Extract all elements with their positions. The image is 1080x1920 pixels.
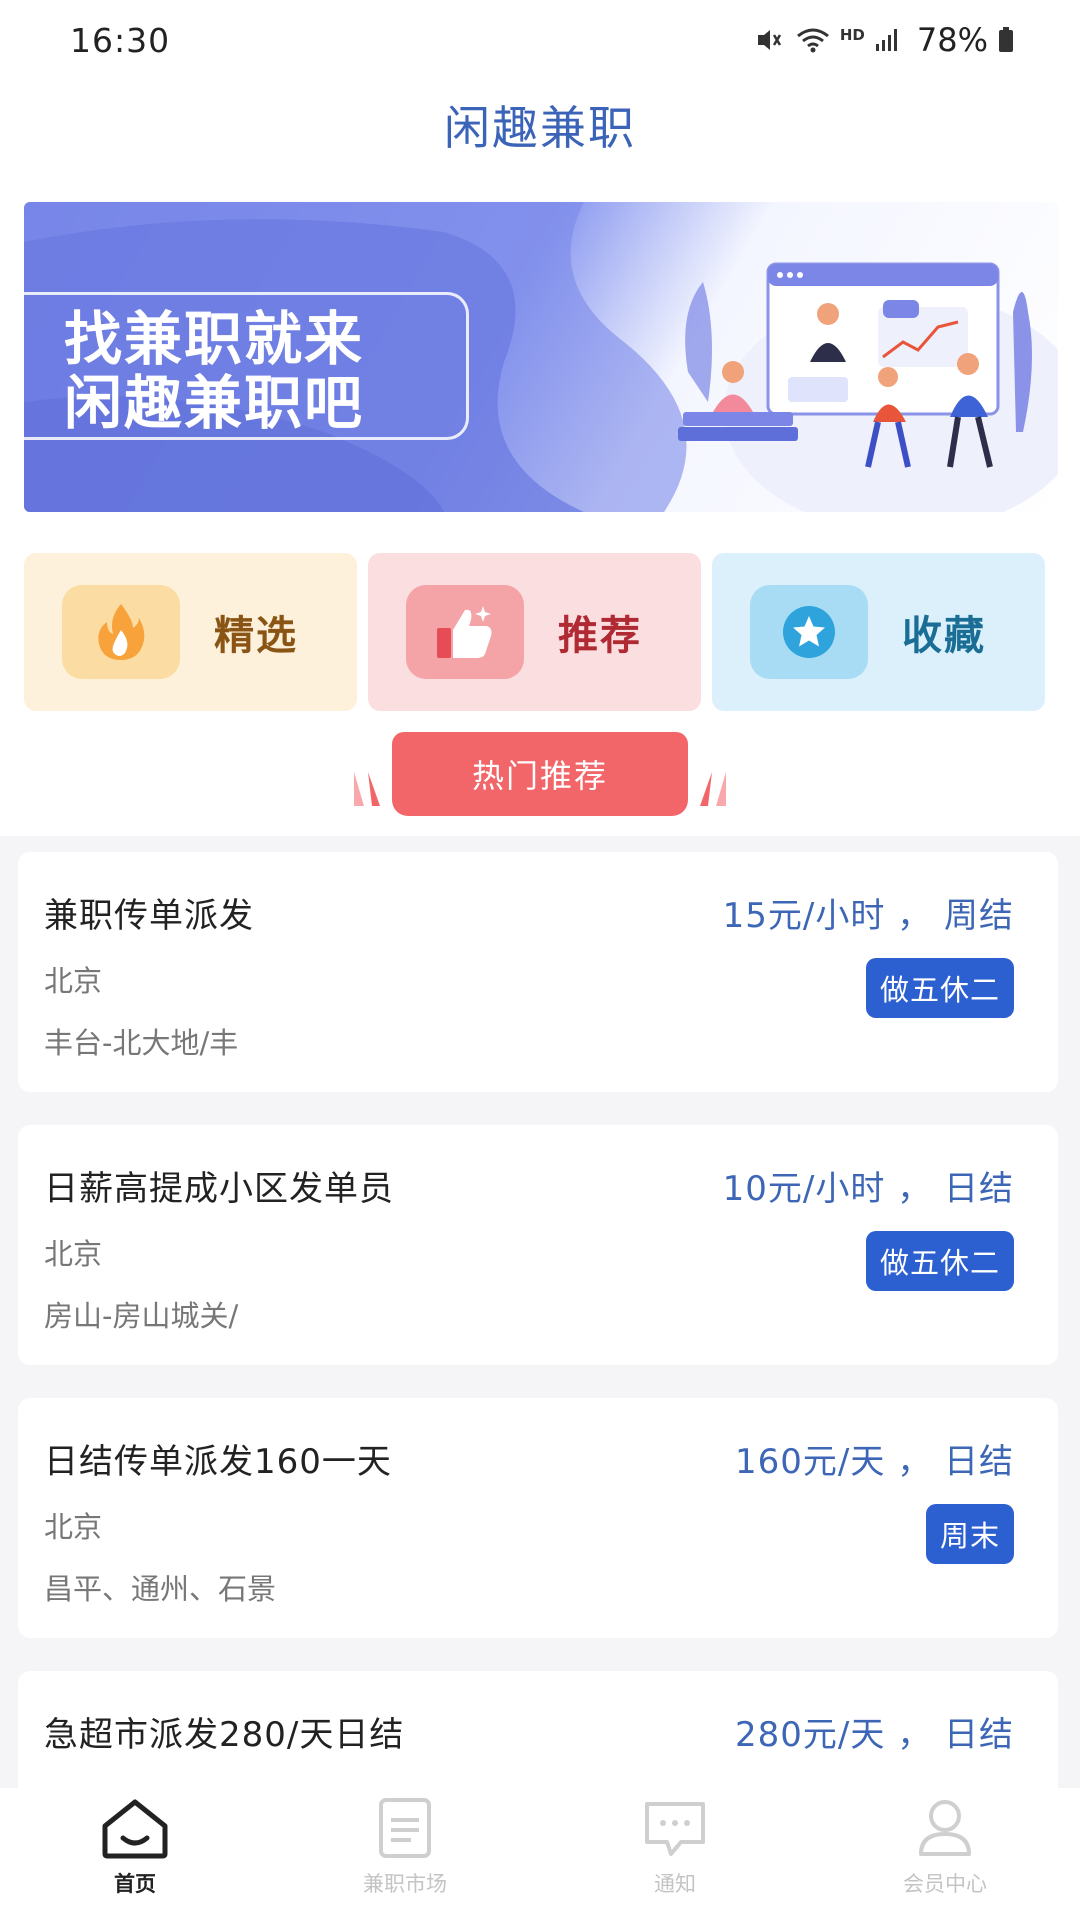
home-icon — [102, 1799, 168, 1859]
category-recommend-label: 推荐 — [558, 613, 642, 659]
mute-vibrate-icon — [757, 30, 781, 50]
category-favorites[interactable]: 收藏 — [712, 553, 1045, 711]
nav-home-label: 首页 — [114, 1872, 156, 1896]
job-title: 日薪高提成小区发单员 — [44, 1169, 394, 1209]
hd-indicator: HD — [839, 26, 865, 44]
hot-recommend-header: 热门推荐 — [350, 732, 730, 816]
user-icon — [919, 1800, 971, 1856]
job-title: 急超市派发280/天日结 — [44, 1715, 405, 1755]
battery-percent: 78% — [916, 21, 988, 59]
job-salary: 10元/小时 ， 日结 — [722, 1169, 1014, 1209]
nav-home[interactable]: 首页 — [0, 1788, 270, 1920]
nav-member-center-label: 会员中心 — [903, 1872, 987, 1896]
team-illustration — [678, 262, 1032, 468]
job-schedule-tag: 做五休二 — [865, 958, 1014, 1018]
nav-notifications[interactable]: 通知 — [540, 1788, 810, 1920]
job-schedule-tag: 周末 — [925, 1504, 1014, 1564]
job-card[interactable]: 日薪高提成小区发单员 10元/小时 ， 日结 北京 做五休二 房山-房山城关/ — [18, 1125, 1058, 1365]
nav-job-market-label: 兼职市场 — [363, 1872, 447, 1896]
battery-icon — [999, 27, 1013, 52]
category-featured-label: 精选 — [214, 613, 298, 659]
hot-right-decoration — [700, 772, 726, 806]
signal-icon — [875, 29, 897, 51]
job-salary: 280元/天 ， 日结 — [735, 1715, 1014, 1755]
job-card[interactable]: 急超市派发280/天日结 280元/天 ， 日结 — [18, 1671, 1058, 1788]
job-city: 北京 — [44, 1237, 103, 1271]
job-area: 昌平、通州、石景 — [44, 1572, 277, 1606]
thumbs-up-icon — [406, 585, 524, 679]
chat-bubble-icon — [645, 1802, 705, 1856]
job-salary: 160元/天 ， 日结 — [735, 1442, 1014, 1482]
job-title: 日结传单派发160一天 — [44, 1442, 392, 1482]
nav-job-market[interactable]: 兼职市场 — [270, 1788, 540, 1920]
banner-headline-2: 闲趣兼职吧 — [64, 369, 365, 437]
job-salary: 15元/小时 ， 周结 — [722, 896, 1014, 936]
promo-banner[interactable]: 找兼职就来 闲趣兼职吧 — [24, 202, 1058, 512]
status-icons: HD 78% — [756, 21, 1014, 59]
fire-icon — [62, 585, 180, 679]
nav-member-center[interactable]: 会员中心 — [810, 1788, 1080, 1920]
star-icon — [750, 585, 868, 679]
document-list-icon — [379, 1798, 431, 1858]
job-city: 北京 — [44, 1510, 103, 1544]
nav-notifications-label: 通知 — [654, 1872, 696, 1896]
category-favorites-label: 收藏 — [902, 613, 986, 659]
category-featured[interactable]: 精选 — [24, 553, 357, 711]
job-area: 房山-房山城关/ — [44, 1299, 239, 1333]
status-bar: 16:30 HD 78% — [0, 0, 1080, 80]
job-title: 兼职传单派发 — [44, 896, 254, 936]
page-title: 闲趣兼职 — [444, 101, 636, 155]
wifi-icon — [796, 28, 829, 53]
status-time: 16:30 — [70, 20, 171, 60]
job-area: 丰台-北大地/丰 — [44, 1026, 239, 1060]
category-cards: 精选 推荐 收藏 — [24, 553, 1048, 711]
banner-text-box: 找兼职就来 闲趣兼职吧 — [24, 292, 469, 440]
job-schedule-tag: 做五休二 — [865, 1231, 1014, 1291]
hot-left-decoration — [354, 772, 380, 806]
job-card[interactable]: 兼职传单派发 15元/小时 ， 周结 北京 做五休二 丰台-北大地/丰 — [18, 852, 1058, 1092]
job-card[interactable]: 日结传单派发160一天 160元/天 ， 日结 北京 周末 昌平、通州、石景 — [18, 1398, 1058, 1638]
banner-headline-1: 找兼职就来 — [64, 305, 365, 373]
hot-recommend-label: 热门推荐 — [392, 732, 688, 816]
category-recommend[interactable]: 推荐 — [368, 553, 701, 711]
job-city: 北京 — [44, 964, 103, 998]
bottom-nav: 首页 兼职市场 通知 会员中心 — [0, 1788, 1080, 1920]
job-list: 兼职传单派发 15元/小时 ， 周结 北京 做五休二 丰台-北大地/丰 日薪高提… — [0, 836, 1080, 1788]
